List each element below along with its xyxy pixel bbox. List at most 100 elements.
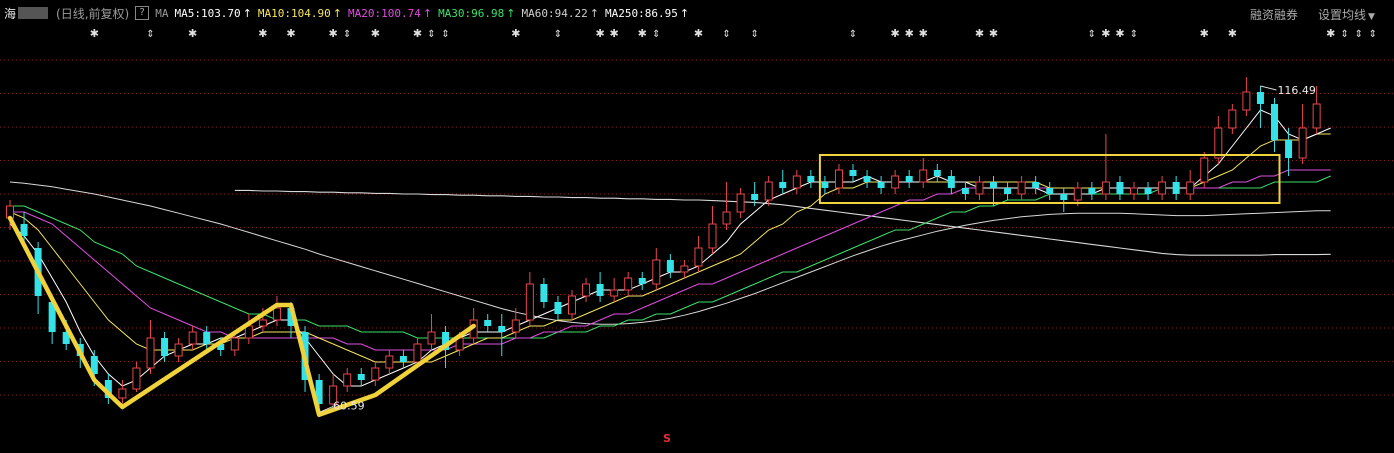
star-marker-icon: ✱	[595, 27, 604, 40]
candle-up	[610, 278, 619, 302]
candle-body	[343, 373, 352, 387]
bar-marker-icon: ⇕	[343, 29, 351, 40]
candle-up	[343, 368, 352, 392]
star-marker-icon: ✱	[919, 27, 928, 40]
bar-marker-icon: ⇕	[441, 29, 449, 40]
grid-lines	[0, 59, 1394, 396]
candle-body	[1242, 91, 1251, 111]
candle-down	[596, 272, 604, 302]
candle-down	[863, 170, 871, 188]
candle-up	[427, 314, 436, 350]
candle-body	[20, 224, 28, 236]
candle-body	[357, 374, 365, 380]
candle-up	[1017, 176, 1026, 200]
candle-down	[666, 254, 674, 278]
candle-down	[1144, 182, 1152, 200]
candle-body	[933, 170, 941, 176]
annotations: 116.49 60.59 S	[318, 84, 1316, 445]
candle-body	[1144, 188, 1152, 194]
candle-down	[1172, 176, 1180, 200]
candle-body	[821, 182, 829, 188]
bar-marker-icon: ⇕	[722, 29, 730, 40]
star-marker-icon: ✱	[1326, 27, 1335, 40]
candle-up	[132, 362, 141, 392]
candle-body	[764, 181, 773, 201]
candle-body	[161, 338, 169, 356]
candle-up	[568, 290, 576, 320]
candle-body	[834, 169, 843, 189]
candle-up	[722, 182, 731, 230]
candle-body	[484, 320, 492, 326]
candle-body	[1101, 181, 1110, 195]
candle-body	[1214, 127, 1223, 159]
star-marker-icon: ✱	[891, 27, 900, 40]
candle-body	[919, 169, 928, 183]
candle-body	[722, 211, 731, 225]
candle-body	[807, 176, 815, 182]
candle-body	[891, 175, 900, 189]
star-marker-icon: ✱	[638, 27, 647, 40]
candlestick-chart[interactable]: ✱⇕✱✱✱✱⇕✱✱⇕⇕✱⇕✱✱✱⇕✱⇕⇕⇕✱✱✱✱✱⇕✱✱⇕✱✱✱⇕⇕⇕✱⇕✱✱…	[0, 0, 1394, 453]
candle-down	[807, 170, 815, 188]
candle-down	[540, 278, 548, 308]
candle-body	[1073, 187, 1082, 201]
bar-marker-icon: ⇕	[1341, 29, 1349, 40]
candle-body	[708, 223, 717, 249]
candle-up	[582, 278, 591, 302]
star-marker-icon: ✱	[90, 27, 99, 40]
candle-up	[1214, 116, 1223, 164]
candle-body	[371, 367, 380, 381]
candle-down	[1116, 176, 1124, 200]
star-marker-icon: ✱	[286, 27, 295, 40]
star-marker-icon: ✱	[610, 27, 619, 40]
candle-body	[1312, 103, 1321, 129]
candle-down	[905, 170, 913, 188]
candle-body	[132, 367, 141, 390]
candle-up	[624, 272, 633, 296]
star-marker-icon: ✱	[511, 27, 520, 40]
candle-body	[188, 331, 197, 345]
candle-body	[230, 337, 239, 351]
bar-marker-icon: ⇕	[750, 29, 758, 40]
candle-down	[877, 176, 885, 194]
candle-body	[990, 182, 997, 188]
candle-body	[203, 332, 211, 344]
candle-body	[1200, 157, 1209, 183]
candle-body	[413, 343, 422, 363]
low-price-label: 60.59	[333, 399, 365, 412]
candle-body	[877, 182, 885, 188]
star-marker-icon: ✱	[188, 27, 197, 40]
candle-down	[1004, 182, 1012, 200]
candle-body	[118, 388, 127, 399]
star-marker-icon: ✱	[371, 27, 380, 40]
moving-average-lines	[9, 109, 1331, 387]
candle-body	[582, 283, 591, 297]
bar-marker-icon: ⇕	[1088, 29, 1096, 40]
candle-up	[525, 272, 534, 326]
candle-body	[1298, 127, 1307, 159]
candle-up	[680, 260, 689, 278]
candle-body	[947, 176, 955, 188]
candle-body	[638, 278, 646, 284]
candle-up	[919, 158, 928, 188]
bar-marker-icon: ⇕	[146, 29, 154, 40]
candle-body	[258, 319, 267, 327]
candle-up	[975, 176, 984, 200]
candle-body	[1046, 188, 1054, 194]
star-marker-icon: ✱	[694, 27, 703, 40]
candle-body	[849, 170, 857, 176]
candle-down	[947, 170, 955, 194]
candle-down	[933, 164, 941, 182]
candle-body	[975, 181, 984, 195]
candle-up	[1242, 77, 1251, 116]
bar-marker-icon: ⇕	[427, 29, 435, 40]
candle-body	[540, 284, 548, 302]
candle-up	[244, 314, 253, 344]
candle-body	[554, 302, 562, 314]
candle-up	[1130, 182, 1138, 200]
candle-body	[1158, 181, 1167, 195]
bar-marker-icon: ⇕	[554, 29, 562, 40]
candle-up	[792, 170, 801, 194]
star-marker-icon: ✱	[329, 27, 338, 40]
candle-down	[1088, 182, 1096, 200]
